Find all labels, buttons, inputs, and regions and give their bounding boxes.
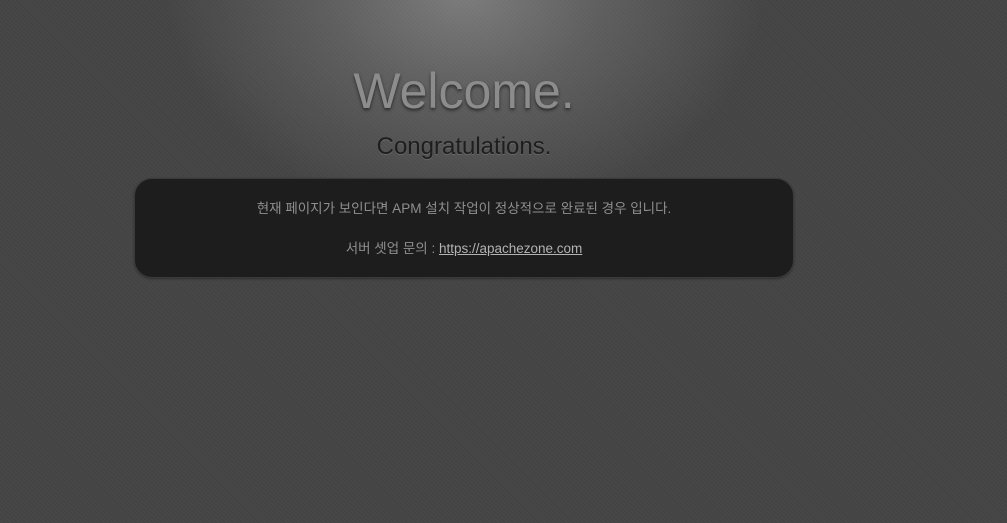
install-status-message: 현재 페이지가 보인다면 APM 설치 작업이 정상적으로 완료된 경우 입니다… (256, 201, 672, 216)
page-title: Welcome. (353, 63, 575, 119)
page-subtitle: Congratulations. (376, 133, 552, 160)
contact-line: 서버 셋업 문의 : https://apachezone.com (135, 240, 793, 258)
welcome-page: Welcome. Congratulations. 현재 페이지가 보인다면 A… (0, 0, 1007, 523)
contact-link[interactable]: https://apachezone.com (439, 241, 582, 256)
contact-label: 서버 셋업 문의 : (345, 241, 439, 256)
info-panel: 현재 페이지가 보인다면 APM 설치 작업이 정상적으로 완료된 경우 입니다… (134, 178, 794, 278)
